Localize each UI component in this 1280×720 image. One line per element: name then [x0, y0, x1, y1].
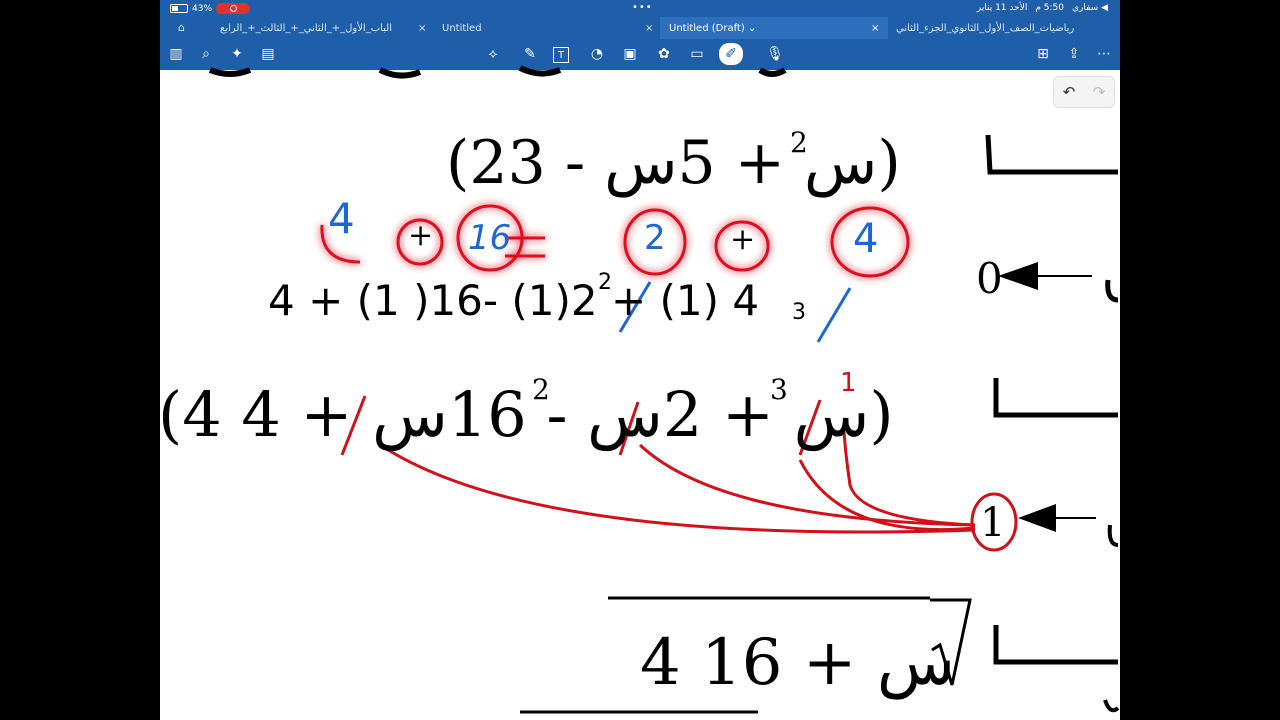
ink-canvas[interactable] — [160, 0, 1120, 720]
red-tick-mark: 1 — [840, 368, 857, 398]
margin-rule-1 — [985, 134, 1118, 175]
cropped-glyph-right-3 — [1103, 699, 1120, 713]
annotation-plus: + — [730, 222, 756, 257]
exponent: 2 — [532, 373, 550, 406]
arrow-value: 1 — [980, 500, 1006, 546]
exponent: 2 — [598, 270, 612, 295]
expression-line-4: 4 س + 16 — [640, 626, 955, 700]
expression-line-2: 4 + (1 )16- (1)2 + (1) 4 — [268, 276, 760, 325]
cropped-glyph-right-2 — [1107, 524, 1119, 547]
exponent: 2 — [790, 126, 808, 159]
annotation-value: 4 — [328, 194, 355, 243]
blue-slash — [816, 287, 852, 343]
expression-line-1: (2س + 5س - 3) — [446, 128, 901, 198]
annotation-value: 2 — [644, 218, 666, 258]
arrow-value: 0 — [976, 254, 1003, 303]
annotation-plus: + — [408, 218, 434, 253]
margin-rule-3 — [993, 625, 1118, 665]
exponent: 3 — [770, 373, 788, 406]
cropped-text-top — [208, 65, 787, 79]
device-screen: 43% ••• ◀ سفاري 5:50 م الأحد 11 يناير ⌂ … — [160, 0, 1120, 720]
arrow-icon — [1018, 504, 1096, 532]
annotation-value: 4 — [853, 216, 879, 262]
connector-curve — [638, 443, 976, 527]
connector-curve — [798, 459, 976, 532]
margin-rule-2 — [993, 378, 1118, 418]
annotation-value: 16 — [468, 218, 512, 258]
arrow-icon — [998, 262, 1092, 290]
exponent: 3 — [792, 300, 806, 325]
cropped-glyph-right-1 — [1105, 279, 1119, 303]
